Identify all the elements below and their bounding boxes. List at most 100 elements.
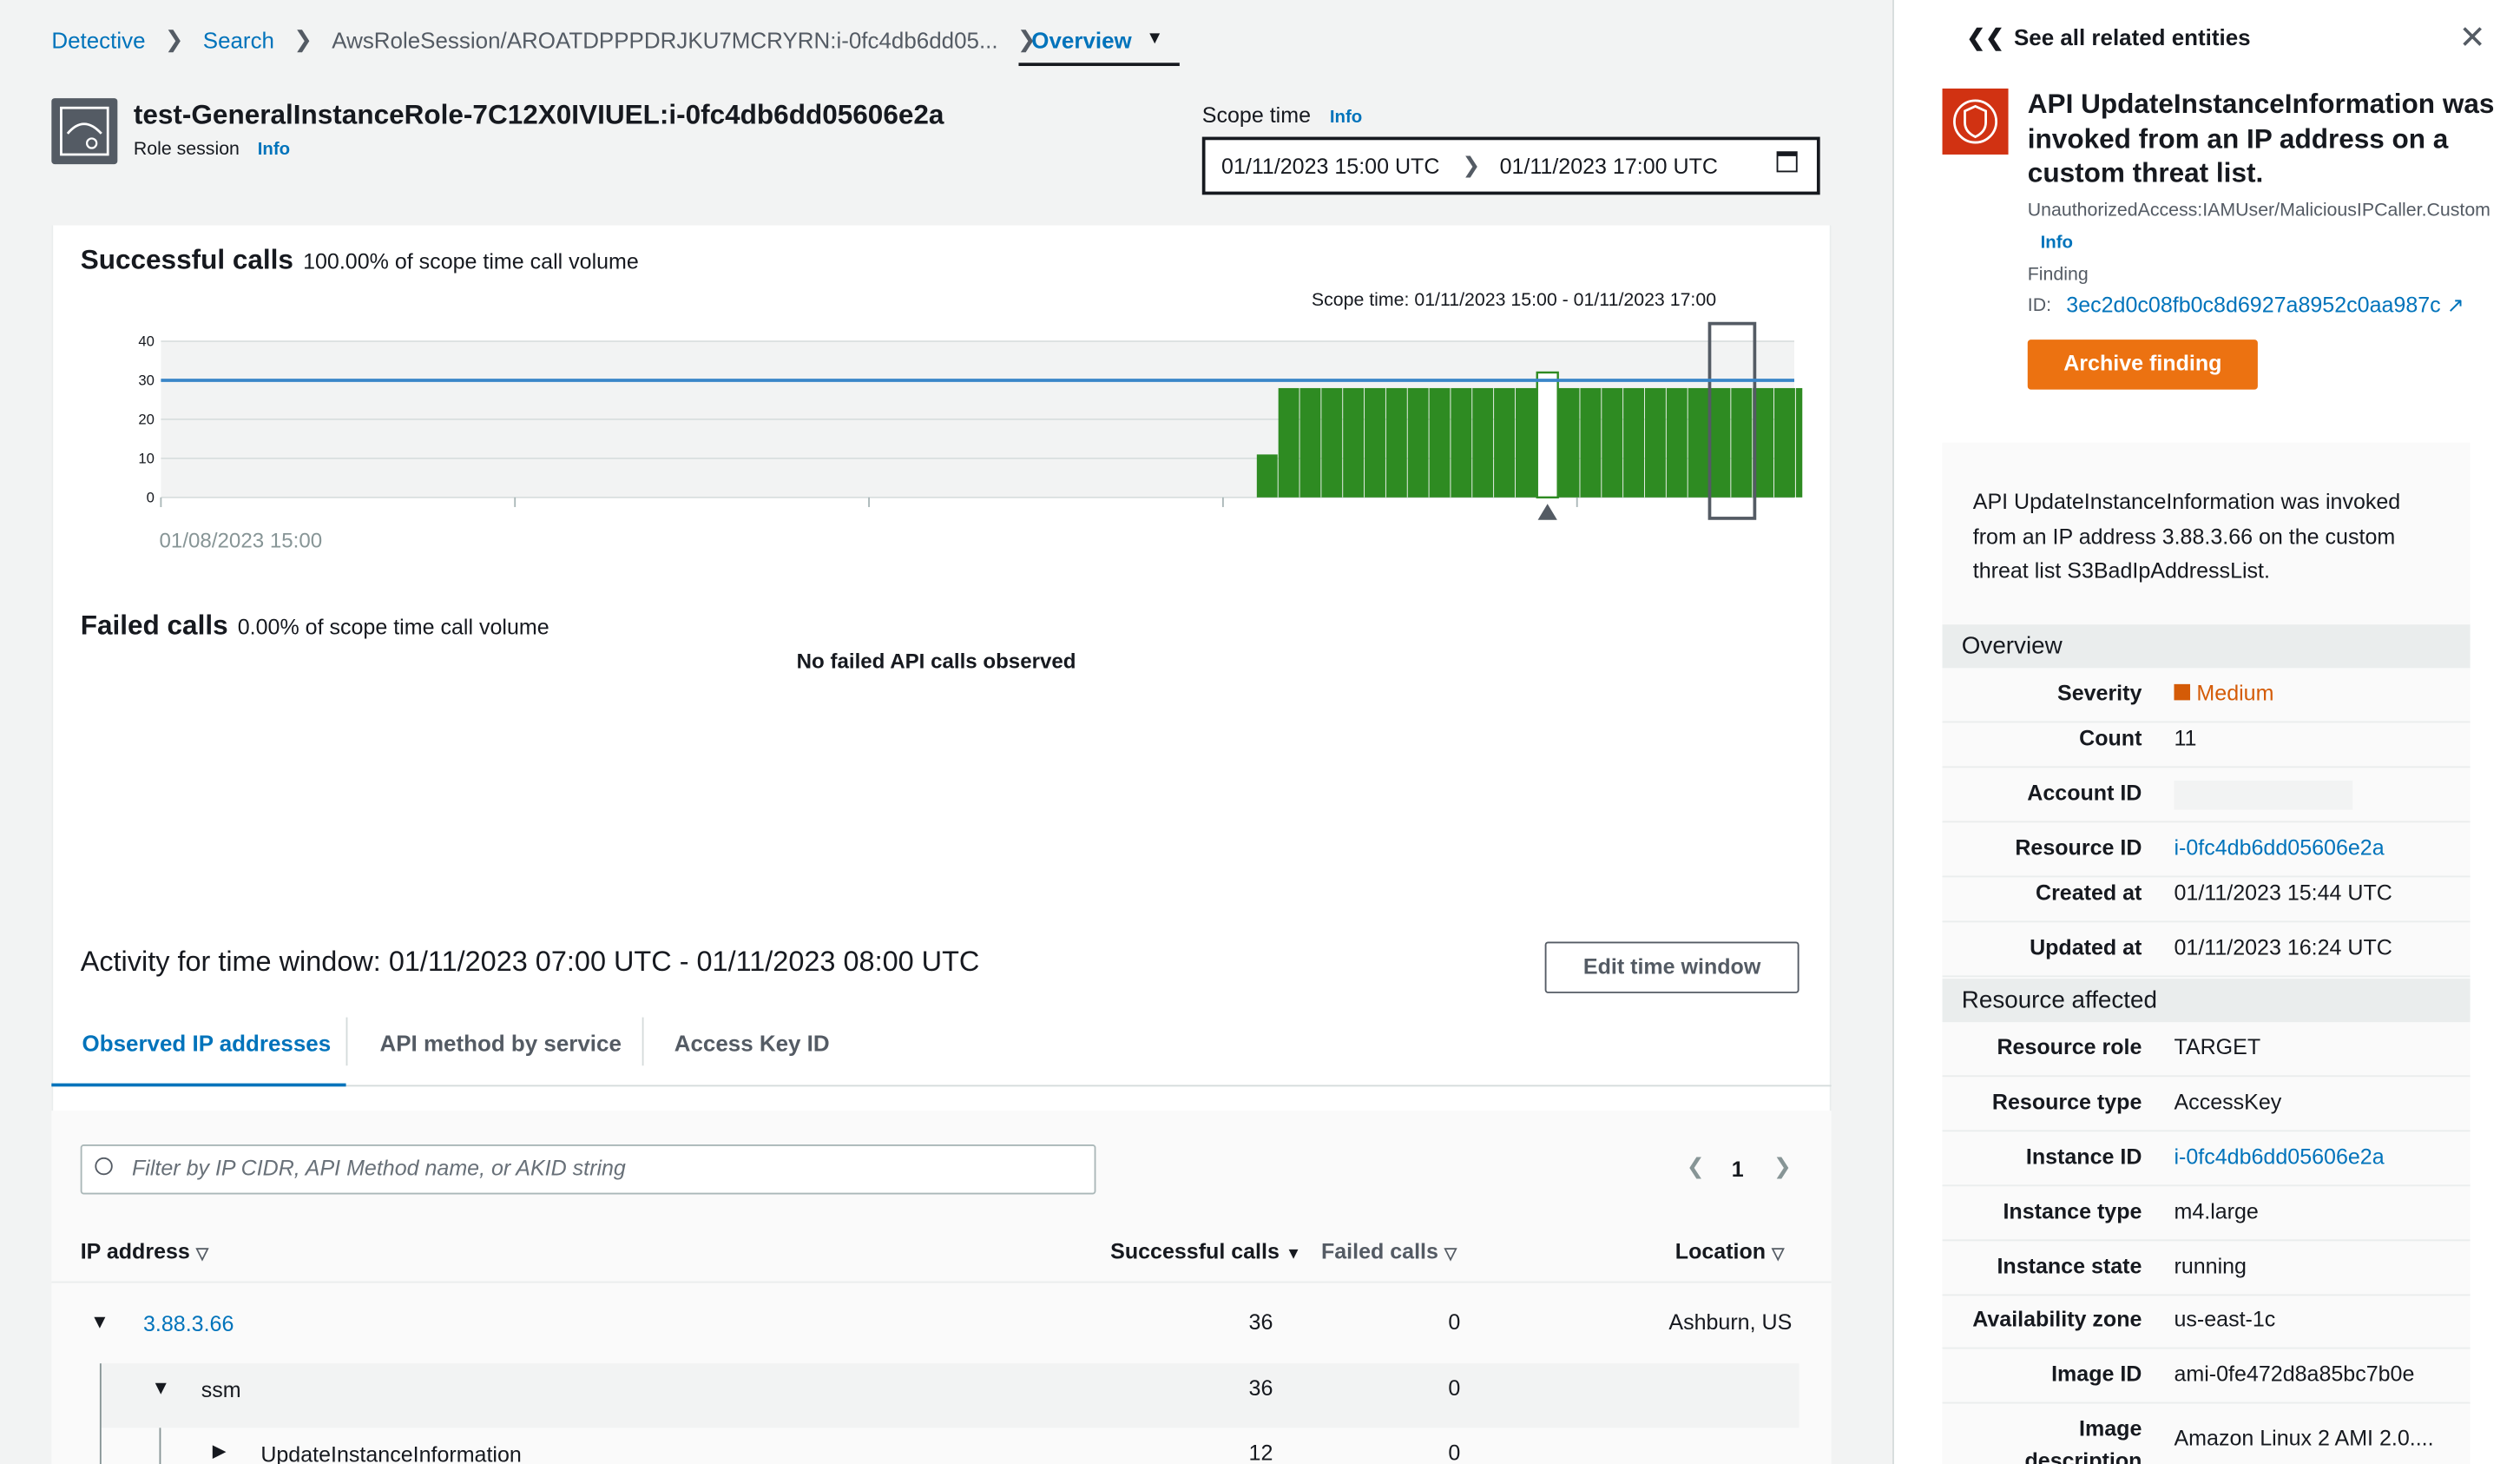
image-label: Image ID bbox=[2051, 1362, 2142, 1387]
y-tick-label: 30 bbox=[138, 373, 155, 389]
chart-x-start-label: 01/08/2023 15:00 bbox=[159, 528, 323, 552]
col-location-label: Location bbox=[1675, 1239, 1767, 1264]
instance-id-row: Instance ID i-0fc4db6dd05606e2a bbox=[1942, 1131, 2471, 1187]
chart-bar[interactable] bbox=[1602, 387, 1623, 498]
close-icon[interactable]: ✕ bbox=[2459, 17, 2486, 57]
next-page-icon[interactable]: ❯ bbox=[1773, 1154, 1792, 1180]
rtype-label: Resource type bbox=[1991, 1090, 2142, 1114]
chevron-right-icon: ❯ bbox=[164, 25, 184, 52]
archive-finding-button[interactable]: Archive finding bbox=[2027, 340, 2258, 390]
role-label: Resource role bbox=[1997, 1034, 2142, 1059]
finding-id-label: ID: bbox=[2027, 296, 2052, 316]
chart-bar[interactable] bbox=[1472, 387, 1494, 498]
col-ip-address[interactable]: IP address ▽ bbox=[81, 1239, 208, 1263]
entity-type: Role session Info bbox=[134, 140, 290, 159]
role-value: TARGET bbox=[2174, 1034, 2261, 1059]
scope-info-link[interactable]: Info bbox=[1330, 108, 1362, 127]
finding-info-link[interactable]: Info bbox=[2041, 234, 2073, 253]
chart-bar[interactable] bbox=[1494, 387, 1515, 498]
created-value: 01/11/2023 15:44 UTC bbox=[2174, 880, 2392, 905]
successful-calls-chart[interactable]: 40 30 20 10 0 bbox=[128, 319, 1803, 528]
instance-id-link[interactable]: i-0fc4db6dd05606e2a bbox=[2174, 1144, 2384, 1169]
entity-info-link[interactable]: Info bbox=[258, 140, 290, 159]
tab-api-method[interactable]: API method by service bbox=[379, 1018, 621, 1087]
chart-bar[interactable] bbox=[1385, 387, 1407, 498]
chart-bar[interactable] bbox=[1709, 387, 1731, 498]
chart-bar[interactable] bbox=[1580, 387, 1602, 498]
role-row: Resource role TARGET bbox=[1942, 1022, 2471, 1078]
resource-affected-heading: Resource affected bbox=[1942, 979, 2471, 1023]
breadcrumb-detective[interactable]: Detective bbox=[51, 27, 145, 53]
expand-icon[interactable]: ▶ bbox=[213, 1441, 227, 1461]
chart-bar[interactable] bbox=[1623, 387, 1645, 498]
chart-bar[interactable] bbox=[1795, 387, 1803, 498]
chart-bar[interactable] bbox=[1407, 387, 1429, 498]
finding-id-link[interactable]: 3ec2d0c08fb0c8d6927a8952c0aa987c ↗ bbox=[2066, 293, 2464, 319]
scope-caption: Scope time: 01/11/2023 15:00 - 01/11/202… bbox=[1311, 291, 1717, 311]
chart-bar[interactable] bbox=[1365, 387, 1385, 498]
role-session-icon bbox=[51, 98, 118, 165]
expand-icon[interactable]: ▼ bbox=[151, 1376, 170, 1399]
chart-bar[interactable] bbox=[1299, 387, 1321, 498]
caret-down-icon: ▼ bbox=[1146, 29, 1164, 49]
chart-bar[interactable] bbox=[1278, 387, 1299, 498]
tab-observed-ip[interactable]: Observed IP addresses bbox=[51, 1018, 346, 1087]
main-area: Detective ❯ Search ❯ AwsRoleSession/AROA… bbox=[0, 0, 1893, 1464]
chart-bar[interactable] bbox=[1688, 387, 1709, 498]
resource-link[interactable]: i-0fc4db6dd05606e2a bbox=[2174, 835, 2384, 860]
chart-bar[interactable] bbox=[1773, 387, 1795, 498]
expand-icon[interactable]: ▼ bbox=[90, 1310, 109, 1333]
chart-bar[interactable] bbox=[1558, 387, 1580, 498]
chart-bar[interactable] bbox=[1451, 387, 1472, 498]
y-tick-label: 0 bbox=[147, 489, 155, 505]
chart-bar[interactable] bbox=[1666, 387, 1688, 498]
scope-end: 01/11/2023 17:00 UTC bbox=[1499, 154, 1718, 178]
tab-access-key[interactable]: Access Key ID bbox=[674, 1018, 830, 1087]
failed-calls-subtitle: 0.00% of scope time call volume bbox=[237, 615, 549, 639]
external-link-icon: ↗ bbox=[2446, 293, 2464, 318]
idesc-value: Amazon Linux 2 AMI 2.0.... bbox=[2174, 1426, 2434, 1451]
idesc-label: Image description bbox=[2024, 1416, 2142, 1464]
chart-bar[interactable] bbox=[1536, 371, 1559, 499]
created-label: Created at bbox=[2035, 880, 2142, 905]
created-row: Created at 01/11/2023 15:44 UTC bbox=[1942, 867, 2471, 923]
col-successful-calls[interactable]: Successful calls ▼ bbox=[1110, 1239, 1301, 1263]
az-value: us-east-1c bbox=[2174, 1307, 2276, 1332]
edit-time-window-button[interactable]: Edit time window bbox=[1544, 941, 1800, 993]
breadcrumb-entity[interactable]: AwsRoleSession/AROATDPPPDRJKU7MCRYRN:i-0… bbox=[332, 27, 997, 53]
entity-title: test-GeneralInstanceRole-7C12X0IVIUEL:i-… bbox=[133, 99, 944, 131]
col-location[interactable]: Location ▽ bbox=[1675, 1239, 1785, 1263]
calendar-icon[interactable] bbox=[1776, 151, 1798, 173]
chart-bar[interactable] bbox=[1731, 387, 1753, 498]
service-success-count: 36 bbox=[1248, 1375, 1273, 1401]
successful-calls-heading: Successful calls 100.00% of scope time ca… bbox=[81, 245, 639, 277]
overview-label: Overview bbox=[1031, 27, 1132, 54]
account-row: Account ID bbox=[1942, 768, 2471, 823]
itype-row: Instance type m4.large bbox=[1942, 1186, 2471, 1242]
page-number[interactable]: 1 bbox=[1732, 1157, 1744, 1182]
service-name: ssm bbox=[201, 1377, 241, 1402]
ip-success-count: 36 bbox=[1248, 1309, 1273, 1335]
breadcrumb-search[interactable]: Search bbox=[203, 27, 274, 53]
previous-page-icon[interactable]: ❮ bbox=[1687, 1154, 1705, 1180]
chart-bar[interactable] bbox=[1429, 387, 1451, 498]
col-failed-calls[interactable]: Failed calls ▽ bbox=[1321, 1239, 1457, 1263]
updated-value: 01/11/2023 16:24 UTC bbox=[2174, 935, 2392, 960]
scope-time-picker[interactable]: 01/11/2023 15:00 UTC ❯ 01/11/2023 17:00 … bbox=[1201, 136, 1820, 195]
chart-bar[interactable] bbox=[1256, 454, 1278, 498]
instance-id-label: Instance ID bbox=[2025, 1144, 2142, 1169]
chart-bar[interactable] bbox=[1321, 387, 1343, 498]
istate-value: running bbox=[2174, 1254, 2247, 1278]
finding-id: 3ec2d0c08fb0c8d6927a8952c0aa987c bbox=[2066, 293, 2441, 318]
failed-calls-title: Failed calls bbox=[80, 610, 228, 641]
see-related-link[interactable]: ❮❮ See all related entities bbox=[1966, 24, 2250, 52]
chart-bar[interactable] bbox=[1644, 387, 1666, 498]
ip-link[interactable]: 3.88.3.66 bbox=[143, 1312, 234, 1336]
scope-time-text: Scope time bbox=[1201, 102, 1312, 128]
resource-label: Resource ID bbox=[2015, 835, 2142, 860]
chart-bar[interactable] bbox=[1515, 387, 1536, 498]
overview-dropdown[interactable]: Overview ▼ bbox=[1018, 13, 1180, 67]
filter-input[interactable]: Filter by IP CIDR, API Method name, or A… bbox=[80, 1144, 1096, 1195]
severity-text: Medium bbox=[2196, 681, 2274, 705]
chart-bar[interactable] bbox=[1343, 387, 1365, 498]
